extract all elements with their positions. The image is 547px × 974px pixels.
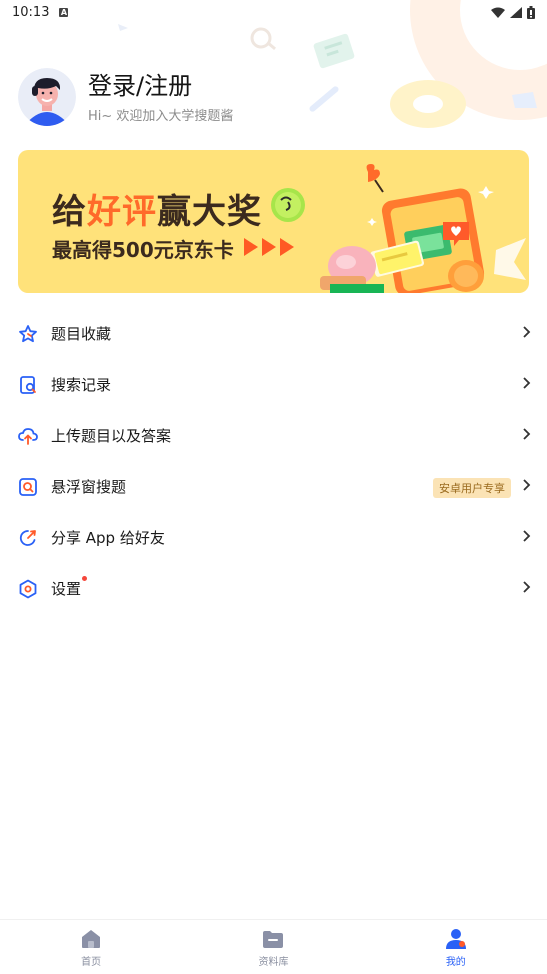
banner-title-part3: 赢大奖	[157, 192, 262, 232]
upload-icon	[18, 426, 38, 446]
menu-item-label: 悬浮窗搜题	[51, 478, 127, 496]
home-icon	[82, 930, 101, 948]
menu-item-settings[interactable]: 设置	[0, 563, 547, 614]
menu-item-search-history[interactable]: 搜索记录	[0, 359, 547, 410]
menu-item-label: 分享 App 给好友	[51, 529, 165, 547]
menu-item-floating-search[interactable]: 悬浮窗搜题 安卓用户专享	[0, 461, 547, 512]
share-icon	[18, 528, 38, 548]
menu-item-share-app[interactable]: 分享 App 给好友	[0, 512, 547, 563]
login-register-link[interactable]: 登录/注册	[88, 71, 233, 101]
menu-item-label: 设置	[51, 576, 88, 599]
chevron-right-icon	[523, 530, 531, 542]
menu-item-label: 搜索记录	[51, 376, 112, 394]
profile-header[interactable]: 登录/注册 Hi~ 欢迎加入大学搜题酱	[18, 68, 233, 126]
status-time: 10:13	[12, 4, 50, 20]
menu-list: 题目收藏 搜索记录 上传题目以及答案 悬浮窗搜题 安卓用户专享 分享 App 给…	[0, 308, 547, 614]
profile-icon	[445, 929, 466, 949]
search-history-icon	[18, 375, 38, 395]
battery-icon	[527, 5, 535, 19]
nav-tab-home[interactable]: 首页	[0, 920, 182, 974]
nav-label: 资料库	[258, 957, 289, 968]
notification-a-icon: A	[59, 7, 69, 17]
chevron-right-icon	[523, 377, 531, 389]
nav-tab-library[interactable]: 资料库	[182, 920, 364, 974]
floating-search-icon	[18, 477, 38, 497]
star-icon	[18, 324, 38, 344]
banner-subtitle: 最高得500元京东卡	[52, 238, 234, 262]
folder-icon	[263, 931, 284, 948]
bottom-nav: 首页 资料库 我的	[0, 919, 547, 974]
settings-icon	[18, 579, 38, 599]
avatar[interactable]	[18, 68, 76, 126]
banner-title-part1: 给	[52, 192, 87, 232]
chevron-right-icon	[523, 326, 531, 338]
android-exclusive-badge: 安卓用户专享	[433, 478, 511, 498]
phone-reward-illustration	[271, 164, 526, 293]
chevron-right-icon	[523, 479, 531, 491]
menu-item-upload[interactable]: 上传题目以及答案	[0, 410, 547, 461]
menu-item-favorites[interactable]: 题目收藏	[0, 308, 547, 359]
menu-item-label: 上传题目以及答案	[51, 427, 172, 445]
default-avatar-icon	[18, 68, 76, 126]
my-page: 10:13 A 登录/注册 Hi~ 欢迎加入大学搜题酱 给好评赢大奖 最高得50…	[0, 0, 547, 974]
status-bar: 10:13 A	[0, 0, 547, 24]
nav-tab-mine[interactable]: 我的	[365, 920, 547, 974]
chevron-right-icon	[523, 428, 531, 440]
nav-label: 首页	[81, 957, 102, 968]
welcome-subtitle: Hi~ 欢迎加入大学搜题酱	[88, 108, 234, 124]
chevron-right-icon	[523, 581, 531, 593]
menu-item-label: 题目收藏	[51, 325, 112, 343]
banner-title: 给好评赢大奖	[52, 184, 262, 233]
notification-dot	[82, 576, 88, 581]
review-reward-banner[interactable]: 给好评赢大奖 最高得500元京东卡	[18, 150, 529, 293]
nav-label: 我的	[445, 957, 466, 968]
wifi-icon	[491, 7, 505, 18]
signal-icon	[510, 6, 522, 18]
banner-title-highlight: 好评	[87, 192, 157, 232]
settings-label-text: 设置	[51, 580, 82, 598]
